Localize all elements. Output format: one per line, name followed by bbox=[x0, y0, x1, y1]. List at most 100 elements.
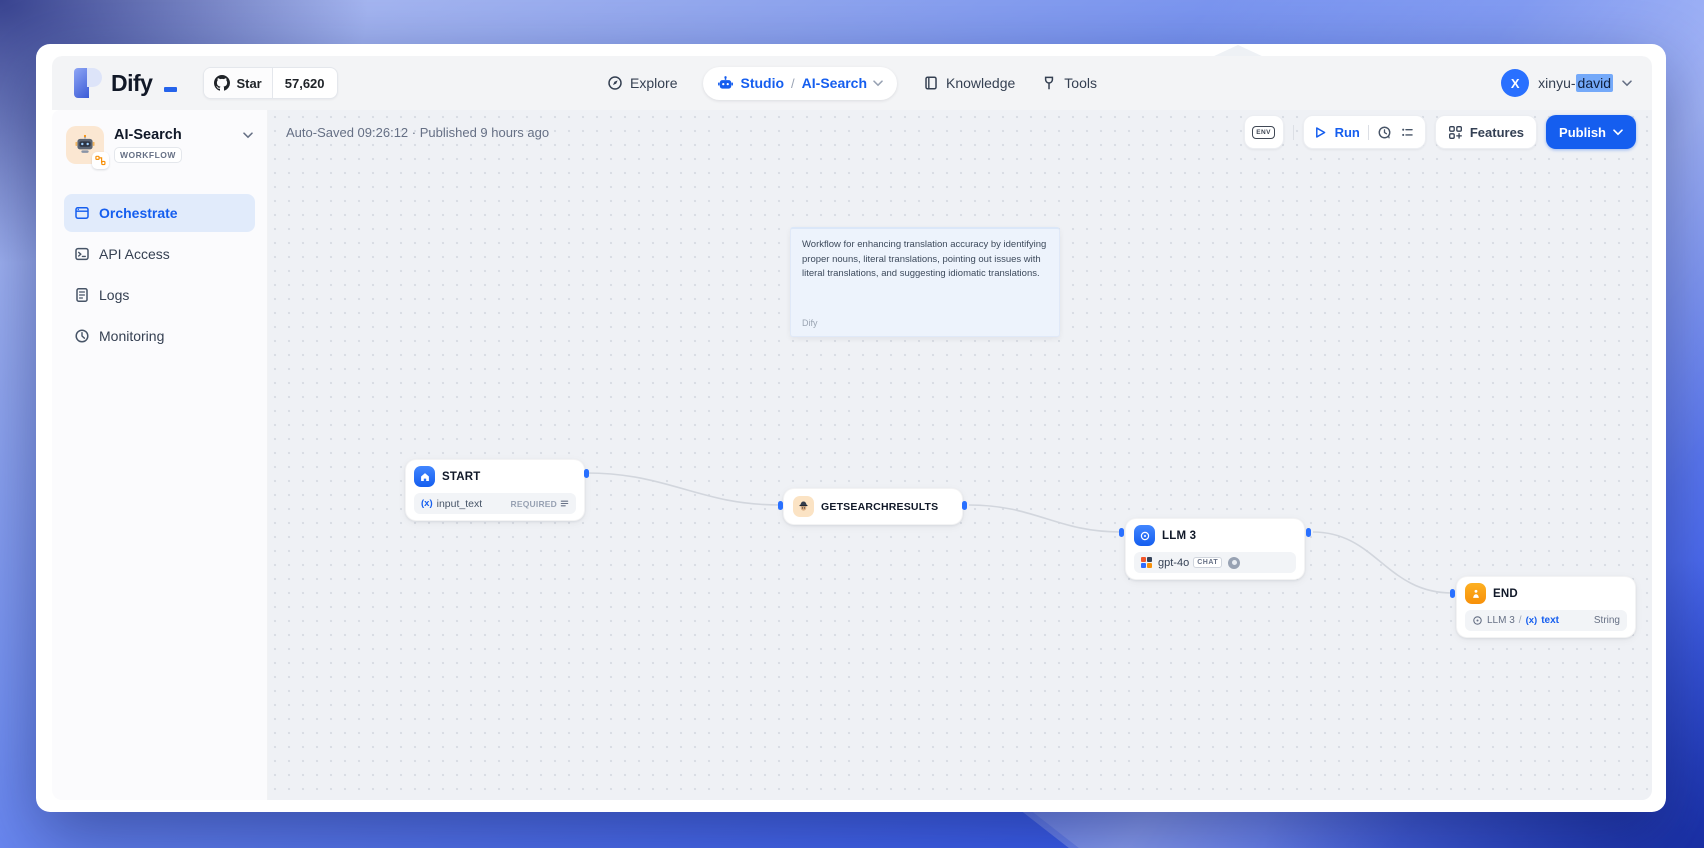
run-history-icon[interactable] bbox=[1377, 125, 1392, 140]
nav-tools-label: Tools bbox=[1064, 75, 1097, 91]
nav-knowledge-label: Knowledge bbox=[946, 75, 1015, 91]
node-start[interactable]: START (x) input_text REQUIRED bbox=[405, 459, 585, 521]
chevron-down-icon[interactable] bbox=[243, 132, 253, 139]
node-title: START bbox=[442, 471, 480, 483]
knowledge-book-icon bbox=[923, 75, 939, 91]
edge-llm-to-end bbox=[1313, 532, 1452, 593]
variable-icon: (x) bbox=[1526, 615, 1538, 626]
port-llm-in[interactable] bbox=[1119, 528, 1124, 537]
node-end[interactable]: END LLM 3 / (x) text String bbox=[1456, 576, 1636, 638]
start-node-icon bbox=[414, 466, 435, 487]
output-type: String bbox=[1594, 615, 1620, 626]
chevron-down-icon bbox=[873, 80, 883, 87]
ref-node-name: LLM 3 bbox=[1487, 615, 1515, 626]
github-star-button[interactable]: Star 57,620 bbox=[203, 67, 337, 99]
features-button[interactable]: Features bbox=[1435, 115, 1537, 149]
model-provider-icon bbox=[1141, 557, 1152, 568]
port-llm-out[interactable] bbox=[1306, 528, 1311, 537]
toolbar-divider bbox=[1293, 125, 1294, 140]
run-button[interactable]: Run bbox=[1335, 125, 1360, 140]
node-llm-3[interactable]: LLM 3 gpt-4o CHAT bbox=[1125, 518, 1305, 580]
studio-robot-icon bbox=[717, 75, 734, 92]
port-start-out[interactable] bbox=[584, 469, 589, 478]
end-output-row: LLM 3 / (x) text String bbox=[1465, 610, 1627, 631]
variable-icon: (x) bbox=[421, 498, 433, 509]
sidebar-item-label: API Access bbox=[99, 246, 170, 262]
sidebar-item-orchestrate[interactable]: Orchestrate bbox=[64, 194, 255, 232]
node-title: GETSEARCHRESULTS bbox=[821, 501, 938, 513]
breadcrumb-separator: / bbox=[791, 76, 795, 91]
workflow-canvas[interactable]: Auto-Saved 09:26:12 · Published 9 hours … bbox=[268, 110, 1652, 800]
features-label: Features bbox=[1470, 125, 1524, 140]
start-variable-row: (x) input_text REQUIRED bbox=[414, 493, 576, 514]
sidebar-item-api-access[interactable]: API Access bbox=[64, 235, 255, 273]
app-switcher[interactable]: AI-Search WORKFLOW bbox=[52, 122, 267, 164]
tool-node-icon bbox=[793, 496, 814, 517]
monitoring-gauge-icon bbox=[74, 328, 90, 344]
ref-variable: text bbox=[1541, 615, 1559, 626]
canvas-note[interactable]: Workflow for enhancing translation accur… bbox=[790, 227, 1060, 337]
workflow-edges bbox=[268, 110, 1652, 800]
nav-explore-label: Explore bbox=[630, 75, 677, 91]
features-grid-icon bbox=[1448, 125, 1463, 140]
play-icon[interactable] bbox=[1314, 126, 1327, 139]
ref-node-icon bbox=[1472, 615, 1483, 626]
node-title: LLM 3 bbox=[1162, 530, 1196, 542]
chevron-down-icon bbox=[1622, 80, 1632, 87]
model-mode-badge: CHAT bbox=[1193, 557, 1222, 568]
chevron-down-icon bbox=[1613, 129, 1623, 136]
dify-logo[interactable]: Dify bbox=[74, 68, 177, 98]
star-label: Star bbox=[236, 76, 261, 91]
sidebar-item-logs[interactable]: Logs bbox=[64, 276, 255, 314]
required-label: REQUIRED bbox=[511, 499, 557, 509]
logs-document-icon bbox=[74, 287, 90, 303]
sidebar-item-label: Logs bbox=[99, 287, 129, 303]
port-end-in[interactable] bbox=[1450, 589, 1455, 598]
breadcrumb-app-name[interactable]: AI-Search bbox=[802, 75, 867, 91]
username: xinyu-david bbox=[1538, 75, 1613, 91]
sidebar-item-label: Monitoring bbox=[99, 328, 164, 344]
top-header: Dify Star 57,620 Explore bbox=[52, 56, 1652, 110]
port-tool-out[interactable] bbox=[962, 501, 967, 510]
nav-knowledge[interactable]: Knowledge bbox=[923, 75, 1015, 91]
nav-tools[interactable]: Tools bbox=[1041, 75, 1097, 91]
dify-logo-icon bbox=[74, 68, 102, 98]
note-author: Dify bbox=[802, 318, 818, 328]
left-sidebar: AI-Search WORKFLOW Orchestrate API Acces bbox=[52, 110, 268, 800]
model-settings-icon bbox=[1228, 557, 1240, 569]
autosave-status: Auto-Saved 09:26:12 · Published 9 hours … bbox=[286, 125, 549, 140]
model-name: gpt-4o bbox=[1158, 557, 1189, 569]
username-selected-text: david bbox=[1576, 74, 1613, 92]
checklist-icon[interactable] bbox=[1400, 125, 1415, 140]
nav-studio-label: Studio bbox=[740, 75, 784, 91]
port-tool-in[interactable] bbox=[778, 501, 783, 510]
ref-separator: / bbox=[1519, 615, 1522, 626]
variable-name: input_text bbox=[437, 498, 483, 510]
workflow-type-icon bbox=[92, 152, 109, 169]
main-nav: Explore Studio / AI-Search Knowledge bbox=[607, 56, 1097, 110]
llm-model-row: gpt-4o CHAT bbox=[1134, 552, 1296, 573]
logo-underscore bbox=[164, 87, 177, 92]
env-variables-button[interactable]: ENV bbox=[1244, 115, 1284, 149]
app-window: Dify Star 57,620 Explore bbox=[36, 44, 1666, 812]
sidebar-menu: Orchestrate API Access Logs Monitor bbox=[52, 194, 267, 355]
edge-start-to-tool bbox=[586, 473, 780, 505]
api-terminal-icon bbox=[74, 246, 90, 262]
sidebar-item-monitoring[interactable]: Monitoring bbox=[64, 317, 255, 355]
end-node-icon bbox=[1465, 583, 1486, 604]
account-menu[interactable]: X xinyu-david bbox=[1501, 56, 1632, 110]
nav-studio-active[interactable]: Studio / AI-Search bbox=[703, 67, 897, 100]
node-getsearchresults[interactable]: GETSEARCHRESULTS bbox=[783, 488, 963, 525]
explore-icon bbox=[607, 75, 623, 91]
run-button-group: Run bbox=[1303, 115, 1426, 149]
sidebar-item-label: Orchestrate bbox=[99, 205, 178, 221]
nav-explore[interactable]: Explore bbox=[607, 75, 677, 91]
canvas-toolbar: Auto-Saved 09:26:12 · Published 9 hours … bbox=[268, 110, 1652, 154]
node-title: END bbox=[1493, 588, 1518, 600]
llm-node-icon bbox=[1134, 525, 1155, 546]
env-icon: ENV bbox=[1252, 126, 1275, 139]
publish-button[interactable]: Publish bbox=[1546, 115, 1636, 149]
orchestrate-icon bbox=[74, 205, 90, 221]
publish-label: Publish bbox=[1559, 125, 1606, 140]
edge-tool-to-llm bbox=[969, 505, 1121, 532]
